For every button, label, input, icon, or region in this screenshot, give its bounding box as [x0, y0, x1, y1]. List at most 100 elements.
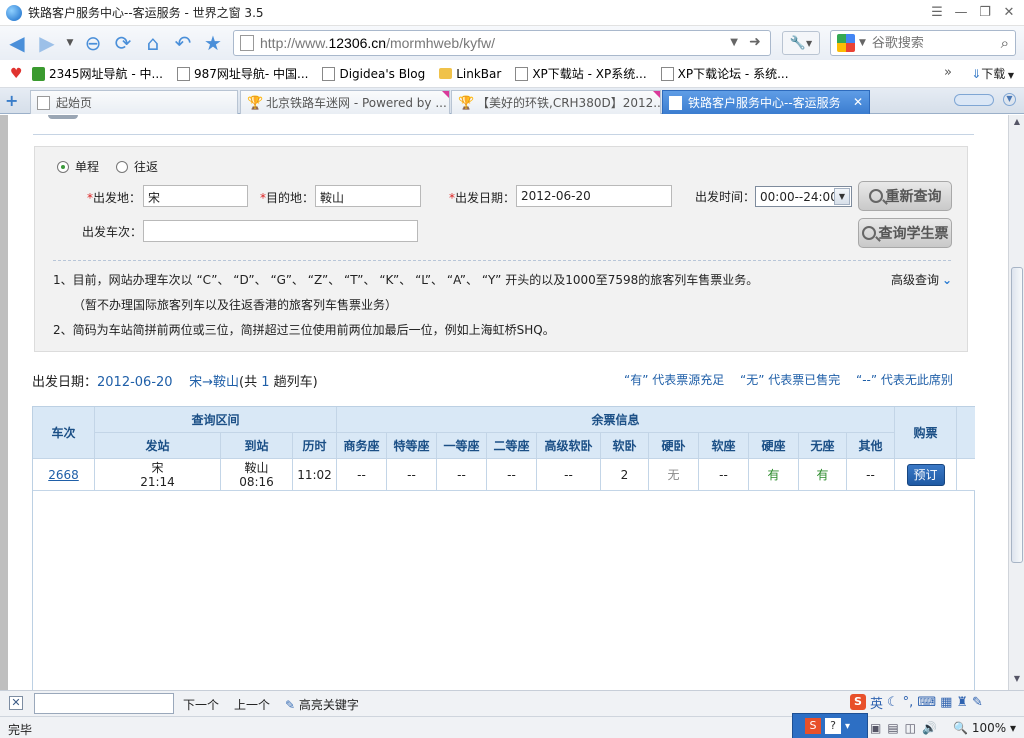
- download-button[interactable]: ⇓下载 ▼: [971, 65, 1014, 82]
- train-number-input[interactable]: [143, 220, 418, 242]
- new-tab-icon[interactable]: +: [5, 91, 18, 110]
- stop-icon[interactable]: ⊖: [80, 30, 106, 56]
- table-row-train[interactable]: 2668: [33, 459, 95, 491]
- search-input[interactable]: [871, 35, 982, 51]
- header-spacer: [957, 407, 975, 459]
- bookmark-overflow-icon[interactable]: »: [944, 65, 952, 80]
- title-bar: 铁路客户服务中心--客运服务 - 世界之窗 3.5 ☰ — ❐ ✕: [0, 0, 1024, 26]
- close-tab-icon[interactable]: ✕: [853, 95, 863, 109]
- advanced-query-link[interactable]: 高级查询 ⌄: [891, 271, 952, 288]
- table-row-arrive: 鞍山 08:16: [221, 459, 293, 491]
- favorites-star-icon[interactable]: ★: [200, 30, 226, 56]
- page-icon: [669, 95, 682, 110]
- engine-dropdown-icon[interactable]: ▼: [859, 38, 866, 48]
- ime-tray[interactable]: S ? ▾: [792, 713, 868, 738]
- tab-start-page[interactable]: 起始页: [30, 90, 238, 114]
- tab-list-icon[interactable]: ▼: [1003, 93, 1016, 106]
- date-label: *出发日期：: [449, 191, 516, 205]
- page-icon: [176, 66, 190, 81]
- trophy-icon: 🏆: [247, 95, 264, 111]
- find-input[interactable]: [34, 693, 174, 714]
- highlight-button[interactable]: ✎ 高亮关键字: [285, 696, 359, 713]
- back-icon[interactable]: ◀: [4, 30, 30, 56]
- requery-button[interactable]: 重新查询: [858, 181, 952, 211]
- minimize-icon[interactable]: —: [952, 4, 970, 20]
- bookmark-item[interactable]: LinkBar: [439, 67, 501, 81]
- home-icon[interactable]: ⌂: [140, 30, 166, 56]
- zoom-level[interactable]: 🔍 100% ▾: [953, 721, 1016, 735]
- tools-button[interactable]: 🔧 ▼: [782, 31, 820, 55]
- bookmark-item[interactable]: Digidea's Blog: [322, 66, 425, 81]
- find-next-button[interactable]: 下一个: [183, 696, 219, 713]
- seat-availability-cell: --: [699, 459, 749, 491]
- train-number-link[interactable]: 2668: [48, 468, 79, 482]
- close-find-icon[interactable]: ✕: [9, 696, 23, 710]
- tab-railfan[interactable]: 🏆 北京铁路车迷网 - Powered by ...: [240, 90, 450, 114]
- status-bar: 完毕 S ? ▾ ▣▤◫🔊 🔍 100% ▾: [0, 713, 1024, 738]
- favorites-heart-icon[interactable]: ♥: [10, 66, 28, 81]
- menu-icon[interactable]: ☰: [928, 4, 946, 20]
- pencil-icon: ✎: [285, 698, 296, 712]
- address-dropdown-icon[interactable]: ▼: [730, 37, 738, 48]
- search-box[interactable]: ▼ ⌕: [830, 30, 1016, 56]
- address-bar[interactable]: http://www.12306.cn/mormhweb/kyfw/ ▼ ➜: [233, 30, 771, 56]
- help-icon[interactable]: ?: [825, 718, 841, 734]
- close-icon[interactable]: ✕: [1000, 4, 1018, 20]
- wrench-icon[interactable]: ✎: [972, 695, 983, 710]
- table-row-book: 预订: [895, 459, 957, 491]
- search-icon[interactable]: ⌕: [1001, 34, 1009, 52]
- tab-crh380d[interactable]: 🏆 【美好的环铁,CRH380D】2012...: [451, 90, 661, 114]
- address-url[interactable]: http://www.12306.cn/mormhweb/kyfw/: [260, 35, 495, 51]
- vertical-scrollbar[interactable]: ▲ ▼: [1008, 115, 1024, 690]
- undo-close-icon[interactable]: ↶: [170, 30, 196, 56]
- refresh-icon[interactable]: ⟳: [110, 30, 136, 56]
- book-button[interactable]: 预订: [906, 463, 945, 486]
- grid-icon[interactable]: ▦: [940, 695, 952, 710]
- chevron-down-icon[interactable]: ▾: [845, 721, 850, 732]
- header-seat-class: 无座: [799, 433, 847, 459]
- history-dropdown-icon[interactable]: ▼: [64, 30, 76, 56]
- tab-scroll-icon[interactable]: [954, 94, 994, 106]
- bookmark-item[interactable]: XP下载论坛 - 系统...: [660, 65, 789, 82]
- header-seat-class: 软卧: [601, 433, 649, 459]
- restore-icon[interactable]: ❐: [976, 4, 994, 20]
- bookmark-item[interactable]: 987网址导航- 中国...: [176, 65, 308, 82]
- find-prev-button[interactable]: 上一个: [234, 696, 270, 713]
- left-gutter: [0, 115, 8, 690]
- to-station-input[interactable]: 鞍山: [315, 185, 421, 207]
- legend-no-class: “--” 代表无此席别: [856, 373, 953, 387]
- status-icons[interactable]: ▣▤◫🔊: [870, 721, 943, 735]
- keyboard-icon[interactable]: ⌨: [917, 695, 936, 710]
- sogou-icon: S: [850, 694, 866, 710]
- header-seat-class: 特等座: [387, 433, 437, 459]
- scroll-down-icon[interactable]: ▼: [1011, 674, 1023, 688]
- arrive-time: 08:16: [239, 474, 274, 489]
- scroll-up-icon[interactable]: ▲: [1011, 117, 1023, 131]
- student-ticket-button[interactable]: 查询学生票: [858, 218, 952, 248]
- time-select[interactable]: 00:00--24:00 ▼: [755, 186, 852, 207]
- ime-toolbar[interactable]: S 英 ☾ °, ⌨ ▦ ♜ ✎: [850, 691, 1018, 713]
- tab-12306[interactable]: 铁路客户服务中心--客运服务 ✕: [662, 90, 870, 114]
- google-icon: [837, 34, 855, 52]
- go-icon[interactable]: ➜: [744, 34, 766, 52]
- wrench-icon: 🔧: [789, 35, 807, 51]
- bookmark-item[interactable]: 2345网址导航 - 中...: [32, 65, 163, 82]
- forward-icon[interactable]: ▶: [34, 30, 60, 56]
- ime-lang[interactable]: 英: [870, 693, 883, 712]
- zoom-icon: 🔍: [953, 721, 969, 735]
- moon-icon[interactable]: ☾: [887, 695, 899, 710]
- date-input[interactable]: 2012-06-20: [516, 185, 672, 207]
- bookmark-item[interactable]: XP下载站 - XP系统...: [515, 65, 647, 82]
- scrollbar-thumb[interactable]: [1011, 267, 1023, 563]
- chevron-down-icon: ▼: [834, 188, 850, 205]
- seat-availability-cell: 无: [649, 459, 699, 491]
- radio-round-trip[interactable]: 往返: [116, 158, 158, 175]
- shirt-icon[interactable]: ♜: [956, 695, 968, 710]
- depart-time: 21:14: [140, 474, 175, 489]
- header-seats: 余票信息: [337, 407, 895, 433]
- page-icon: [322, 66, 336, 81]
- from-station-input[interactable]: 宋: [143, 185, 248, 207]
- punctuation-icon[interactable]: °,: [903, 695, 914, 710]
- divider: [53, 260, 951, 261]
- radio-one-way[interactable]: 单程: [57, 158, 99, 175]
